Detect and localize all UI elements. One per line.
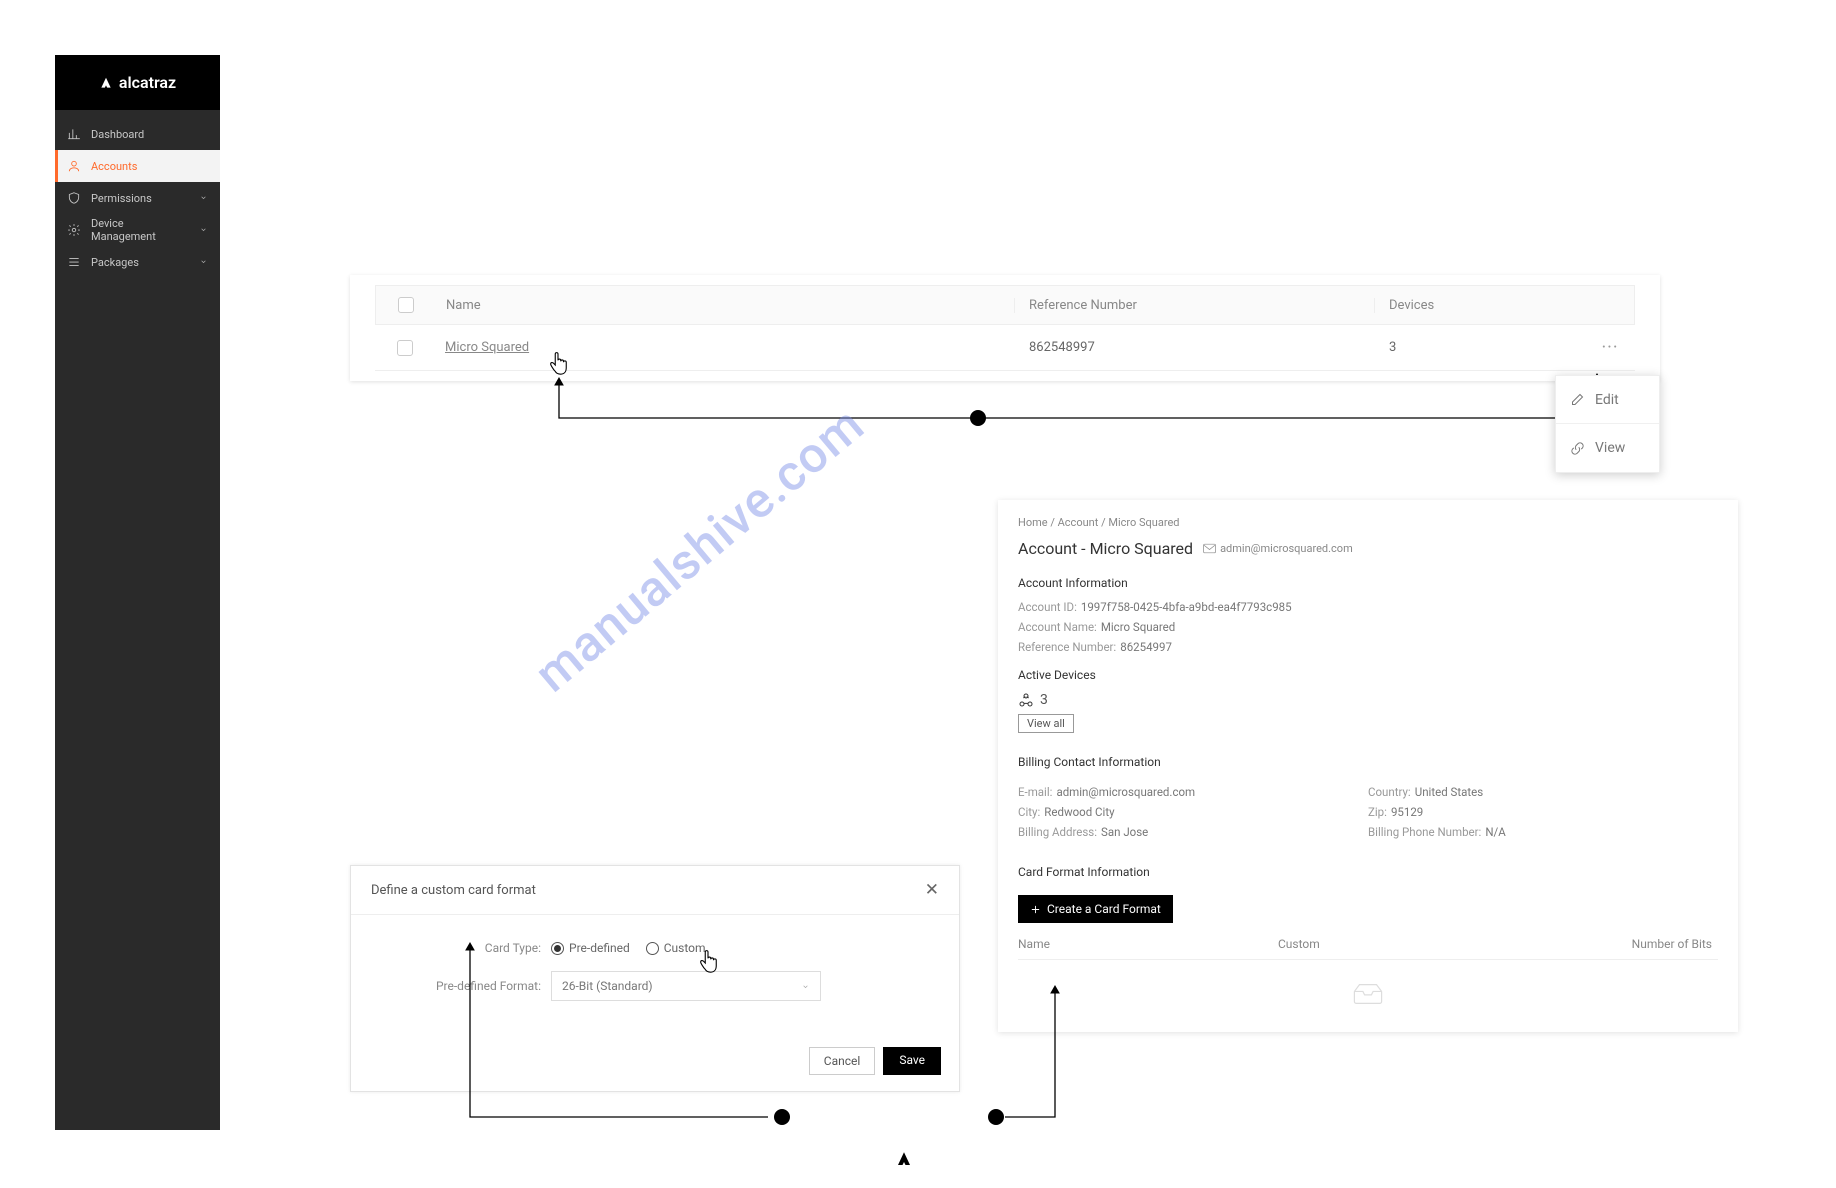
- account-detail-panel: Home / Account / Micro Squared Account -…: [998, 500, 1738, 1032]
- cursor-hand-icon: [547, 352, 569, 378]
- edit-icon: [1570, 392, 1585, 407]
- annotation-dot: [988, 1109, 1004, 1125]
- crumb-current: Micro Squared: [1108, 516, 1179, 529]
- sidebar-item-accounts[interactable]: Accounts: [55, 150, 220, 182]
- sidebar-item-permissions[interactable]: Permissions: [55, 182, 220, 214]
- section-active-devices: Active Devices: [1018, 668, 1718, 682]
- reference-value: 86254997: [1120, 640, 1172, 654]
- table-header-row: Name Reference Number Devices: [375, 285, 1635, 325]
- column-header-name: Name: [436, 298, 1014, 313]
- crumb-home[interactable]: Home: [1018, 516, 1048, 529]
- column-header-devices: Devices: [1374, 298, 1584, 313]
- predefined-format-label: Pre-defined Format:: [381, 979, 551, 993]
- page-title: Account - Micro Squared: [1018, 539, 1193, 558]
- radio-predefined[interactable]: [551, 942, 564, 955]
- predefined-format-value: 26-Bit (Standard): [562, 979, 653, 993]
- cf-col-custom: Custom: [1278, 937, 1538, 951]
- annotation-dot: [774, 1109, 790, 1125]
- breadcrumb: Home / Account / Micro Squared: [1018, 516, 1718, 529]
- column-header-reference: Reference Number: [1014, 298, 1374, 313]
- sidebar-item-label: Packages: [91, 256, 139, 269]
- row-actions-button[interactable]: ···: [1601, 337, 1618, 358]
- cell-reference: 862548997: [1015, 340, 1375, 355]
- section-card-format: Card Format Information: [1018, 865, 1718, 879]
- devices-icon: [1018, 692, 1034, 708]
- alcatraz-mark-icon: [895, 1150, 913, 1171]
- chevron-down-icon: [801, 982, 810, 991]
- crumb-account[interactable]: Account: [1058, 516, 1099, 529]
- action-label: Edit: [1595, 392, 1619, 408]
- billing-address: San Jose: [1101, 825, 1148, 839]
- billing-phone: N/A: [1485, 825, 1505, 839]
- account-name-value: Micro Squared: [1101, 620, 1175, 634]
- card-format-modal: Define a custom card format ✕ Card Type:…: [350, 865, 960, 1092]
- sidebar-item-dashboard[interactable]: Dashboard: [55, 118, 220, 150]
- create-card-format-button[interactable]: Create a Card Format: [1018, 895, 1173, 923]
- chevron-down-icon: [199, 256, 208, 269]
- radio-custom[interactable]: [646, 942, 659, 955]
- sidebar-item-label: Accounts: [91, 160, 137, 173]
- account-email: admin@microsquared.com: [1203, 542, 1353, 555]
- billing-country: United States: [1415, 785, 1483, 799]
- card-type-label: Card Type:: [381, 941, 551, 955]
- row-action-menu: Edit View: [1555, 375, 1660, 473]
- section-billing: Billing Contact Information: [1018, 755, 1718, 769]
- sidebar-item-label: Dashboard: [91, 128, 144, 141]
- user-icon: [67, 159, 81, 173]
- create-card-format-label: Create a Card Format: [1047, 902, 1161, 916]
- brand-name: alcatraz: [119, 73, 176, 92]
- action-view[interactable]: View: [1556, 424, 1659, 472]
- sidebar-item-packages[interactable]: Packages: [55, 246, 220, 278]
- bar-chart-icon: [67, 127, 81, 141]
- link-icon: [1570, 441, 1585, 456]
- cf-col-bits: Number of Bits: [1538, 937, 1718, 951]
- empty-state-icon: [1018, 980, 1718, 1008]
- cell-devices: 3: [1375, 340, 1585, 355]
- predefined-format-select[interactable]: 26-Bit (Standard): [551, 971, 821, 1001]
- sidebar-item-label: Permissions: [91, 192, 152, 205]
- annotation-dot: [970, 410, 986, 426]
- action-label: View: [1595, 440, 1625, 456]
- action-edit[interactable]: Edit: [1556, 376, 1659, 424]
- billing-email: admin@microsquared.com: [1056, 785, 1195, 799]
- chevron-down-icon: [199, 224, 208, 237]
- select-all-checkbox[interactable]: [398, 297, 414, 313]
- billing-zip: 95129: [1391, 805, 1423, 819]
- chevron-down-icon: [199, 192, 208, 205]
- shield-icon: [67, 191, 81, 205]
- cf-col-name: Name: [1018, 937, 1278, 951]
- active-devices-count: 3: [1018, 692, 1718, 708]
- plus-icon: [1030, 904, 1041, 915]
- row-checkbox[interactable]: [397, 340, 413, 356]
- modal-close-button[interactable]: ✕: [925, 880, 939, 900]
- sidebar: alcatraz Dashboard Accounts Permissions …: [55, 55, 220, 1130]
- cancel-button[interactable]: Cancel: [809, 1047, 876, 1075]
- sidebar-item-label: Device Management: [91, 217, 189, 243]
- card-format-table-header: Name Custom Number of Bits: [1018, 937, 1718, 960]
- account-name-link[interactable]: Micro Squared: [445, 340, 529, 355]
- devices-count-value: 3: [1040, 692, 1048, 708]
- save-button[interactable]: Save: [883, 1047, 941, 1075]
- gear-icon: [67, 223, 81, 237]
- list-icon: [67, 255, 81, 269]
- account-id-value: 1997f758-0425-4bfa-a9bd-ea4f7793c985: [1081, 600, 1292, 614]
- cursor-hand-icon: [697, 950, 719, 976]
- nav: Dashboard Accounts Permissions Device Ma…: [55, 110, 220, 278]
- billing-city: Redwood City: [1044, 805, 1114, 819]
- view-all-devices-button[interactable]: View all: [1018, 714, 1074, 733]
- mail-icon: [1203, 543, 1216, 554]
- modal-title: Define a custom card format: [371, 883, 536, 898]
- brand-logo: alcatraz: [55, 55, 220, 110]
- radio-predefined-label: Pre-defined: [569, 941, 630, 955]
- email-text: admin@microsquared.com: [1220, 542, 1353, 555]
- section-account-info: Account Information: [1018, 576, 1718, 590]
- sidebar-item-device-management[interactable]: Device Management: [55, 214, 220, 246]
